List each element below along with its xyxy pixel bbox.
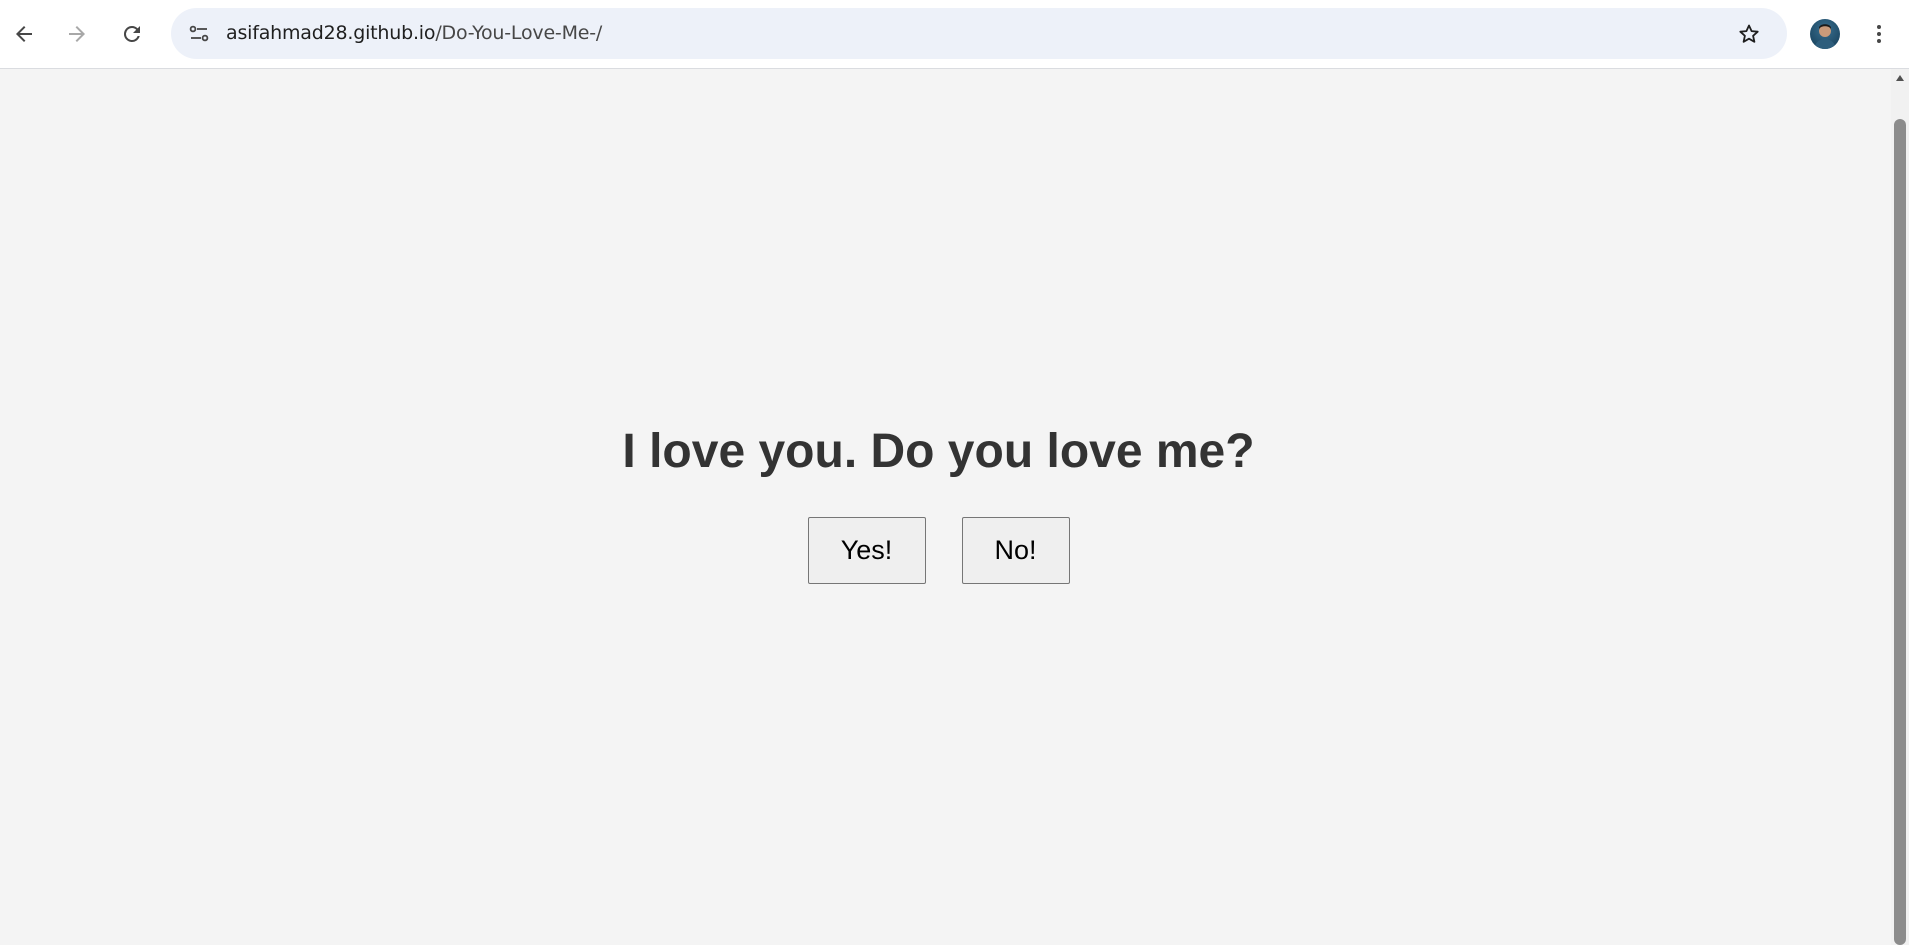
reload-icon [123,25,140,42]
url-path: /Do-You-Love-Me-/ [435,22,603,44]
bookmark-button[interactable] [1731,16,1767,52]
profile-avatar[interactable] [1810,19,1840,49]
answer-buttons: Yes! No! [807,517,1070,584]
page-viewport: I love you. Do you love me? Yes! No! [0,69,1891,945]
three-dot-menu-icon [1877,25,1881,43]
yes-button[interactable]: Yes! [807,517,926,584]
page-content: I love you. Do you love me? Yes! No! [0,69,1877,945]
forward-arrow-icon [69,26,85,42]
reload-button[interactable] [114,16,150,52]
url-text[interactable]: asifahmad28.github.io/Do-You-Love-Me-/ [226,22,602,44]
tune-icon [189,25,209,42]
address-bar[interactable]: asifahmad28.github.io/Do-You-Love-Me-/ [171,8,1787,59]
browser-toolbar: asifahmad28.github.io/Do-You-Love-Me-/ [0,0,1909,69]
triangle-up-icon [1896,75,1904,81]
scrollbar-thumb[interactable] [1894,119,1906,945]
star-icon [1739,24,1759,43]
back-arrow-icon [16,26,32,42]
question-heading: I love you. Do you love me? [622,425,1255,478]
page-scrollbar[interactable] [1891,69,1909,945]
no-button[interactable]: No! [961,517,1070,584]
url-host: asifahmad28.github.io [226,22,436,44]
site-info-button[interactable] [181,16,217,52]
avatar-icon [1814,24,1836,49]
scroll-up-arrow[interactable] [1891,69,1909,87]
back-button[interactable] [6,16,42,52]
browser-menu-button[interactable] [1861,16,1897,52]
forward-button[interactable] [59,16,95,52]
